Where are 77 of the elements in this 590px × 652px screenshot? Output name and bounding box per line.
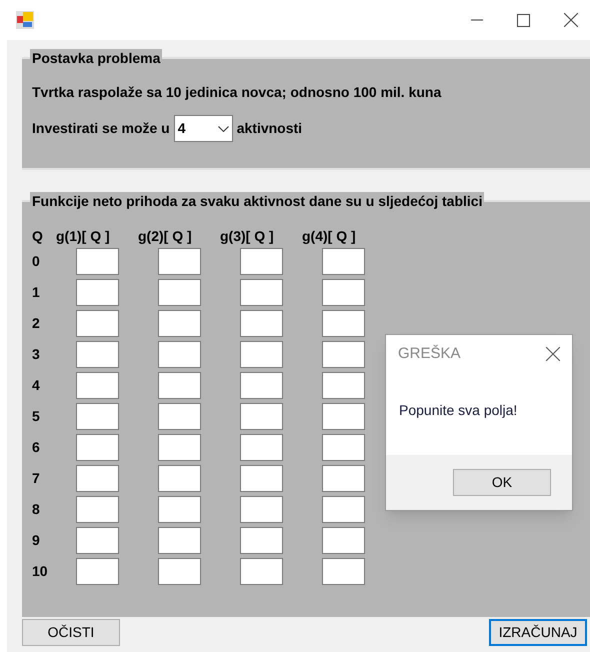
- column-header: g(2)[ Q ]: [138, 227, 193, 246]
- input-field[interactable]: [76, 248, 119, 275]
- column-header: g(1)[ Q ]: [56, 227, 111, 246]
- group-title: Funkcije neto prihoda za svaku aktivnost dane su u sljedećoj tablici: [30, 192, 484, 210]
- input-field[interactable]: [76, 465, 119, 492]
- input-field[interactable]: [76, 279, 119, 306]
- row-label: 2: [32, 314, 41, 333]
- input-field[interactable]: [76, 341, 119, 368]
- input-field[interactable]: [240, 496, 283, 523]
- row-label: 1: [32, 283, 41, 302]
- input-field[interactable]: [76, 403, 119, 430]
- row-label: 0: [32, 252, 41, 271]
- group-title: Postavka problema: [30, 49, 162, 67]
- input-field[interactable]: [322, 434, 365, 461]
- input-field[interactable]: [76, 310, 119, 337]
- row-label: 7: [32, 469, 41, 488]
- input-field[interactable]: [158, 279, 201, 306]
- input-field[interactable]: [158, 372, 201, 399]
- input-field[interactable]: [76, 558, 119, 585]
- row-label: 8: [32, 500, 41, 519]
- input-field[interactable]: [158, 465, 201, 492]
- input-field[interactable]: [322, 496, 365, 523]
- field-label: aktivnosti: [236, 119, 302, 138]
- input-field[interactable]: [76, 496, 119, 523]
- input-field[interactable]: [76, 527, 119, 554]
- row-label: 5: [32, 407, 41, 426]
- input-field[interactable]: [240, 558, 283, 585]
- input-field[interactable]: [158, 434, 201, 461]
- input-field[interactable]: [158, 341, 201, 368]
- input-field[interactable]: [322, 372, 365, 399]
- input-field[interactable]: [76, 434, 119, 461]
- button[interactable]: OČISTI: [22, 619, 120, 646]
- input-field[interactable]: [240, 527, 283, 554]
- statement-text: Tvrtka raspolaže sa 10 jedinica novca; odnosno 100 mil. kuna: [32, 83, 442, 101]
- input-field[interactable]: [240, 372, 283, 399]
- input-field[interactable]: [240, 341, 283, 368]
- input-field[interactable]: [322, 248, 365, 275]
- dropdown[interactable]: 4: [174, 115, 233, 142]
- input-field[interactable]: [322, 310, 365, 337]
- column-header: g(3)[ Q ]: [220, 227, 275, 246]
- row-label: 9: [32, 531, 41, 550]
- input-field[interactable]: [322, 558, 365, 585]
- input-field[interactable]: [322, 465, 365, 492]
- maximize-icon[interactable]: [517, 14, 530, 26]
- row-label: 6: [32, 438, 41, 457]
- input-field[interactable]: [158, 496, 201, 523]
- input-field[interactable]: [240, 434, 283, 461]
- column-header: g(4)[ Q ]: [302, 227, 357, 246]
- ok-button[interactable]: OK: [453, 469, 551, 496]
- app-icon: [16, 11, 34, 29]
- close-icon[interactable]: [546, 347, 560, 361]
- dialog-title: GREŠKA: [398, 344, 461, 364]
- row-label: 10: [32, 562, 49, 581]
- input-field[interactable]: [240, 310, 283, 337]
- input-field[interactable]: [240, 465, 283, 492]
- input-field[interactable]: [240, 279, 283, 306]
- input-field[interactable]: [158, 248, 201, 275]
- dialog-message: Popunite sva polja!: [398, 401, 518, 420]
- field-label: Investirati se može u: [32, 119, 170, 138]
- input-field[interactable]: [240, 403, 283, 430]
- input-field[interactable]: [240, 248, 283, 275]
- input-field[interactable]: [76, 372, 119, 399]
- button[interactable]: IZRAČUNAJ: [489, 619, 587, 646]
- input-field[interactable]: [322, 279, 365, 306]
- input-field[interactable]: [158, 558, 201, 585]
- column-header: Q: [32, 227, 44, 246]
- input-field[interactable]: [158, 310, 201, 337]
- row-label: 4: [32, 376, 41, 395]
- chevron-down-icon: [218, 126, 229, 132]
- minimize-icon[interactable]: [471, 19, 483, 21]
- close-icon[interactable]: [564, 13, 578, 27]
- input-field[interactable]: [322, 403, 365, 430]
- input-field[interactable]: [158, 527, 201, 554]
- input-field[interactable]: [322, 527, 365, 554]
- row-label: 3: [32, 345, 41, 364]
- input-field[interactable]: [158, 403, 201, 430]
- input-field[interactable]: [322, 341, 365, 368]
